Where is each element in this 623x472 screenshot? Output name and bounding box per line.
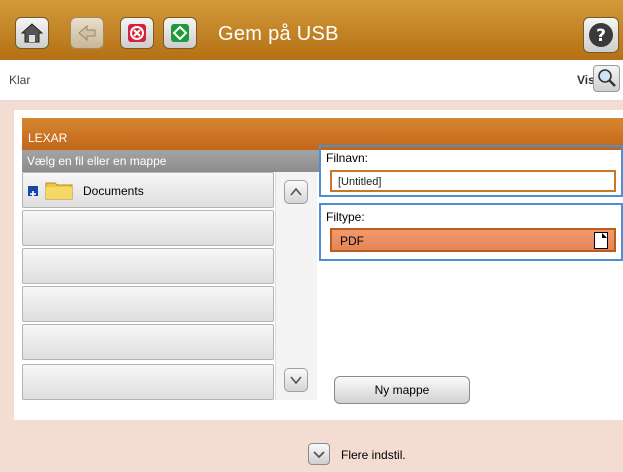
scrollbar[interactable] (275, 172, 317, 400)
chevron-down-icon (313, 451, 325, 459)
list-header-label: Vælg en fil eller en mappe (27, 154, 167, 168)
magnifier-icon (598, 69, 616, 87)
filename-label: Filnavn: (326, 151, 369, 165)
home-button[interactable] (15, 17, 49, 49)
help-button[interactable]: ? (583, 17, 619, 53)
document-icon (594, 232, 608, 249)
chevron-up-icon (290, 187, 302, 196)
list-item[interactable] (22, 364, 274, 400)
scroll-down-button[interactable] (284, 368, 308, 392)
back-icon (78, 24, 96, 42)
filename-field[interactable]: [Untitled] (330, 170, 616, 192)
filetype-value: PDF (340, 234, 364, 248)
start-button[interactable] (163, 17, 197, 49)
home-icon (20, 23, 44, 43)
scroll-up-button[interactable] (284, 180, 308, 204)
filetype-group: Filtype: PDF (319, 203, 623, 261)
filetype-select[interactable]: PDF (330, 228, 616, 252)
expand-icon[interactable] (28, 186, 38, 197)
title-bar: Gem på USB ? (0, 0, 623, 60)
svg-text:?: ? (596, 26, 606, 46)
start-icon (171, 24, 189, 42)
main-panel: LEXAR Vælg en fil eller en mappe Documen… (14, 110, 623, 420)
filename-group: Filnavn: [Untitled] (319, 145, 623, 197)
list-item[interactable] (22, 324, 274, 360)
more-options-button[interactable] (308, 443, 330, 465)
status-text: Klar (9, 73, 31, 87)
page-title: Gem på USB (218, 23, 339, 45)
list-item-label: Documents (83, 184, 144, 198)
list-header: Vælg en fil eller en mappe (22, 150, 319, 172)
list-item[interactable] (22, 286, 274, 322)
stop-button[interactable] (120, 17, 154, 49)
device-name: LEXAR (28, 131, 68, 145)
stop-icon (128, 24, 146, 42)
more-options-label[interactable]: Flere indstil. (341, 448, 406, 462)
status-bar: Klar Vis (0, 60, 623, 101)
new-folder-button[interactable]: Ny mappe (334, 376, 470, 404)
list-item[interactable] (22, 248, 274, 284)
back-button[interactable] (70, 17, 104, 49)
help-icon: ? (589, 23, 613, 47)
list-item-documents[interactable]: Documents (22, 172, 274, 208)
filetype-label: Filtype: (326, 210, 365, 224)
list-item[interactable] (22, 210, 274, 246)
view-button[interactable] (593, 65, 620, 92)
chevron-down-icon (290, 376, 302, 385)
folder-icon (44, 179, 74, 206)
